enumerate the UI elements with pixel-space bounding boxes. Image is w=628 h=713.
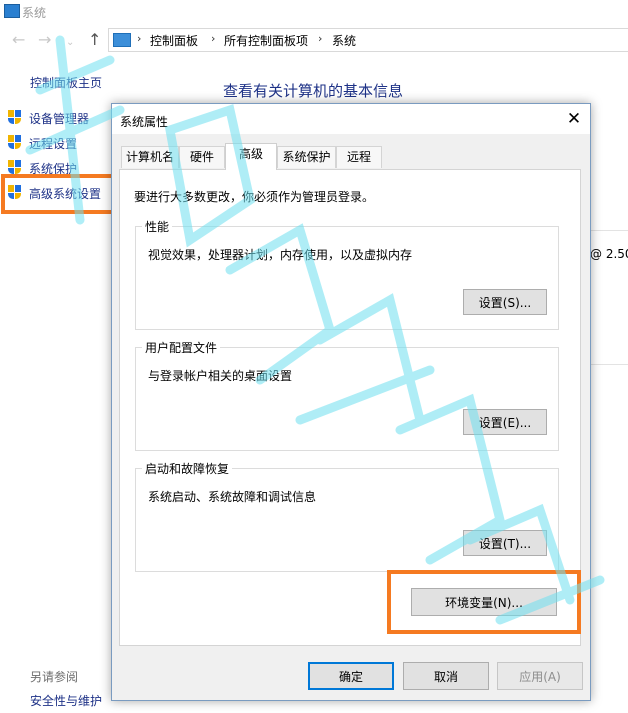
page-title: 查看有关计算机的基本信息	[223, 82, 404, 100]
sidebar-item-label: 设备管理器	[29, 112, 90, 126]
forward-arrow-icon[interactable]: →	[38, 32, 51, 48]
breadcrumb-chevron-icon[interactable]: ›	[211, 32, 215, 45]
performance-settings-button[interactable]: 设置(S)...	[463, 289, 547, 315]
performance-group: 性能 视觉效果，处理器计划，内存使用，以及虚拟内存 设置(S)...	[135, 218, 559, 330]
left-pane: 控制面板主页 设备管理器 远程设置 系统保护 高级系统设置 另请参阅 安全性与维…	[0, 70, 110, 713]
system-window-icon	[4, 4, 20, 18]
tab-computer-name[interactable]: 计算机名	[121, 146, 179, 168]
apply-button[interactable]: 应用(A)	[497, 662, 583, 690]
group-title: 性能	[142, 218, 173, 235]
group-description: 与登录帐户相关的桌面设置	[148, 369, 293, 383]
divider	[590, 230, 628, 231]
tab-system-protection[interactable]: 系统保护	[277, 146, 336, 168]
breadcrumb-control-panel[interactable]: 控制面板	[150, 32, 198, 49]
control-panel-home-link[interactable]: 控制面板主页	[30, 74, 102, 91]
group-description: 视觉效果，处理器计划，内存使用，以及虚拟内存	[148, 248, 413, 262]
breadcrumb-chevron-icon[interactable]: ›	[137, 32, 141, 45]
processor-speed-text: @ 2.500	[590, 247, 628, 261]
user-profiles-settings-button[interactable]: 设置(E)...	[463, 409, 547, 435]
dialog-title: 系统属性	[120, 115, 169, 129]
uac-shield-icon	[8, 135, 21, 150]
computer-icon	[113, 33, 131, 47]
ok-button[interactable]: 确定	[308, 662, 394, 690]
breadcrumb-chevron-icon[interactable]: ›	[318, 32, 322, 45]
group-title: 启动和故障恢复	[142, 460, 233, 477]
divider	[590, 364, 628, 365]
address-bar[interactable]: › 控制面板 › 所有控制面板项 › 系统	[108, 28, 628, 52]
dialog-titlebar: 系统属性 ✕	[112, 104, 590, 134]
window-titlebar: 系统	[0, 0, 628, 24]
breadcrumb-all-items[interactable]: 所有控制面板项	[224, 32, 308, 49]
advanced-settings-highlight	[1, 174, 116, 214]
env-variables-highlight	[387, 570, 581, 634]
close-icon[interactable]: ✕	[562, 107, 586, 131]
group-description: 系统启动、系统故障和调试信息	[148, 490, 317, 504]
sidebar-item-label: 远程设置	[29, 137, 78, 151]
uac-shield-icon	[8, 110, 21, 125]
startup-recovery-group: 启动和故障恢复 系统启动、系统故障和调试信息 设置(T)...	[135, 460, 559, 572]
startup-recovery-settings-button[interactable]: 设置(T)...	[463, 530, 547, 556]
recent-dropdown-icon[interactable]: ⌄	[66, 35, 74, 51]
security-maintenance-link[interactable]: 安全性与维护	[30, 692, 102, 709]
tab-remote[interactable]: 远程	[336, 146, 382, 168]
group-title: 用户配置文件	[142, 339, 221, 356]
see-also-heading: 另请参阅	[30, 670, 79, 684]
window-title: 系统	[22, 6, 47, 20]
back-arrow-icon[interactable]: ←	[12, 32, 25, 48]
navigation-bar: ← → ⌄ ↑ › 控制面板 › 所有控制面板项 › 系统	[0, 26, 628, 56]
tab-advanced[interactable]: 高级	[225, 143, 277, 170]
user-profiles-group: 用户配置文件 与登录帐户相关的桌面设置 设置(E)...	[135, 339, 559, 451]
breadcrumb-system[interactable]: 系统	[332, 32, 356, 49]
up-arrow-icon[interactable]: ↑	[88, 32, 101, 48]
uac-shield-icon	[8, 160, 21, 175]
admin-notice: 要进行大多数更改，你必须作为管理员登录。	[134, 190, 375, 204]
cancel-button[interactable]: 取消	[403, 662, 489, 690]
tab-hardware[interactable]: 硬件	[179, 146, 225, 168]
